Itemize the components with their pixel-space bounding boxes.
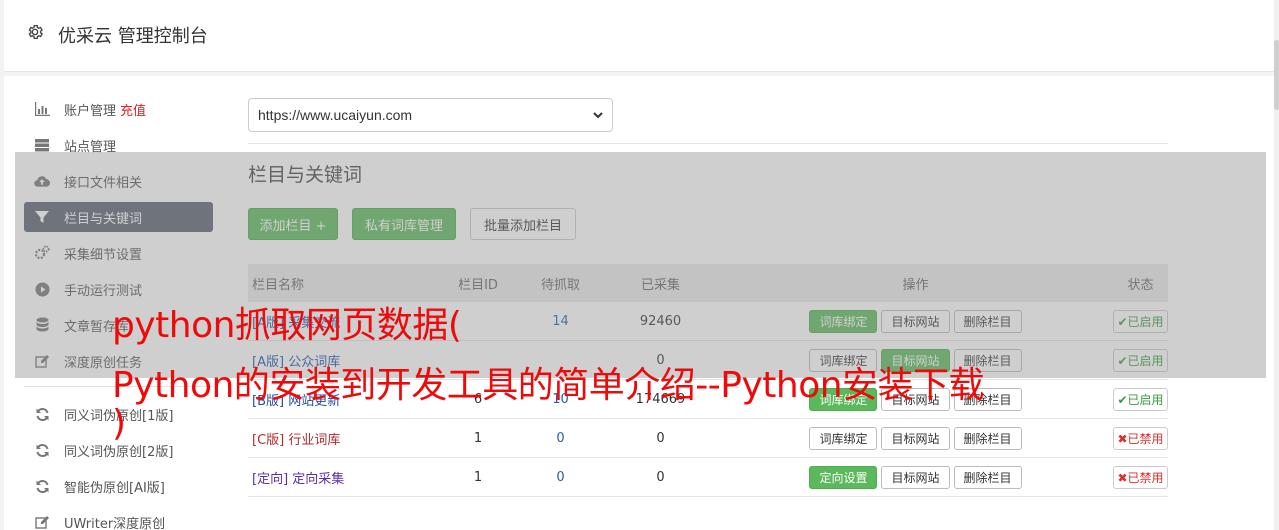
- sidebar-item-label: UWriter深度原创: [64, 516, 166, 530]
- sidebar-item-label: 智能伪原创[AI版]: [64, 480, 165, 496]
- app-title: 优采云 管理控制台: [58, 26, 208, 47]
- chevron-down-icon: [593, 112, 603, 119]
- delete-column-button[interactable]: 删除栏目: [953, 465, 1022, 489]
- gear-icon: [28, 24, 44, 40]
- app-header: 优采云 管理控制台: [4, 0, 1274, 72]
- row-ops: 定向设置 目标网站 删除栏目: [718, 465, 1113, 489]
- site-select[interactable]: https://www.ucaiyun.com: [248, 98, 613, 132]
- row-name[interactable]: [定向] 定向采集: [248, 468, 438, 487]
- sidebar-item-account[interactable]: 账户管理 充值: [24, 94, 214, 124]
- refresh-icon: [34, 442, 50, 458]
- recharge-link[interactable]: 充值: [120, 100, 146, 119]
- row-pending[interactable]: 0: [518, 470, 603, 485]
- site-select-value: https://www.ucaiyun.com: [258, 107, 413, 123]
- article-title-banner: python抓取网页数据( Python的安装到开发工具的简单介绍--Pytho…: [112, 296, 1212, 454]
- bar-chart-icon: [34, 101, 50, 117]
- table-row: [定向] 定向采集 1 0 0 定向设置 目标网站 删除栏目 ✖已禁用: [248, 458, 1168, 497]
- refresh-icon: [34, 478, 50, 494]
- refresh-icon: [34, 406, 50, 422]
- sidebar-item-label: 账户管理: [64, 103, 117, 119]
- edit-icon: [34, 514, 50, 530]
- status-badge[interactable]: ✖已禁用: [1113, 465, 1168, 489]
- banner-line-1: python抓取网页数据(: [112, 305, 462, 346]
- sidebar-item-ai-original[interactable]: 智能伪原创[AI版]: [24, 471, 214, 501]
- target-site-button[interactable]: 目标网站: [881, 465, 950, 489]
- row-id: 1: [473, 469, 483, 485]
- server-icon: [34, 137, 50, 153]
- divider: [248, 143, 1168, 144]
- sidebar-item-uwriter[interactable]: UWriter深度原创: [24, 507, 214, 530]
- row-done: 0: [656, 469, 665, 485]
- directed-settings-button[interactable]: 定向设置: [809, 465, 878, 489]
- scrollbar-thumb[interactable]: [1274, 40, 1279, 110]
- scrollbar[interactable]: [1274, 0, 1279, 530]
